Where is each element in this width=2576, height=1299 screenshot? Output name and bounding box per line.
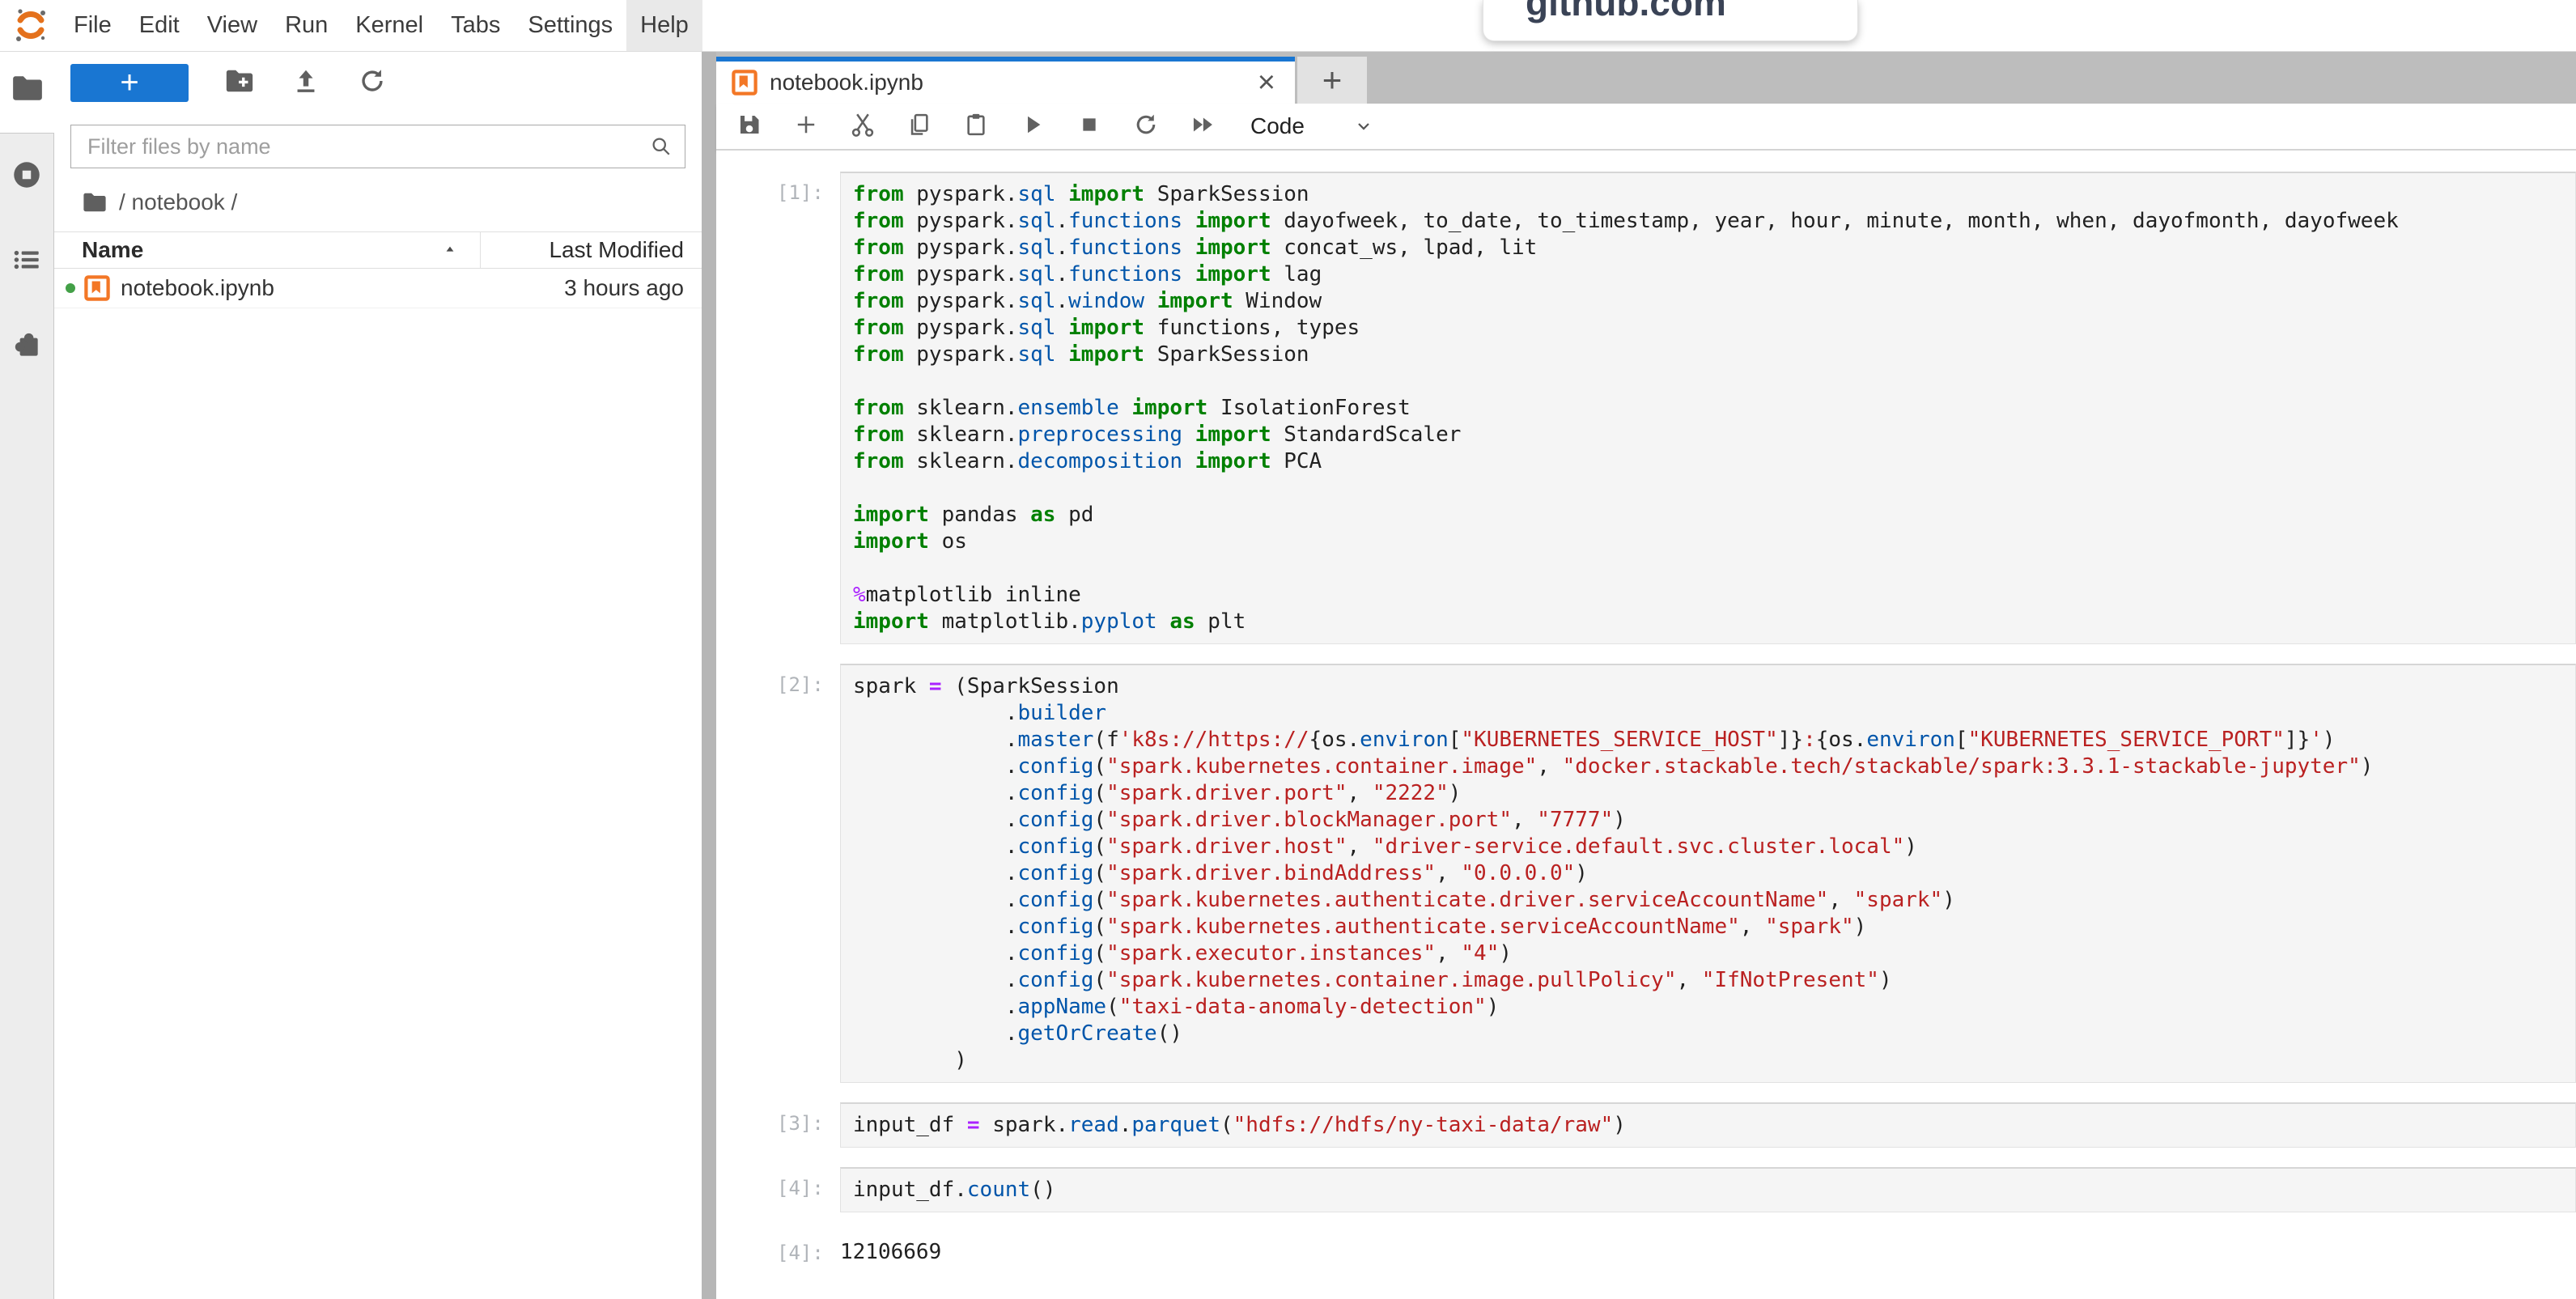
plus-icon: + (120, 65, 138, 101)
output-prompt: [4]: (777, 1232, 840, 1264)
new-folder-button[interactable] (224, 66, 255, 100)
cell-editor[interactable]: input_df.count() (840, 1167, 2576, 1212)
menu-item-view[interactable]: View (193, 0, 271, 51)
new-launcher-button[interactable]: + (70, 64, 189, 102)
notebook-toolbar: Code (716, 104, 2576, 151)
breadcrumb-path: / notebook / (119, 189, 237, 215)
activity-bar-items (0, 133, 54, 1299)
filter-files-box (70, 125, 685, 168)
cell-output: [4]:12106669 (777, 1232, 2576, 1264)
cell-editor[interactable]: from pyspark.sql import SparkSessionfrom… (840, 172, 2576, 644)
menu-items: FileEditViewRunKernelTabsSettingsHelp (60, 0, 702, 51)
code-cell[interactable]: [1]:from pyspark.sql import SparkSession… (777, 172, 2576, 644)
paste-cells-button[interactable] (962, 111, 990, 142)
breadcrumb[interactable]: / notebook / (54, 168, 702, 231)
activity-bar (0, 52, 54, 1299)
stackable-logo-icon (13, 7, 49, 43)
insert-cell-below-button[interactable] (792, 111, 820, 142)
filter-files-input[interactable] (86, 134, 649, 160)
execution-count: [2]: (777, 664, 840, 1083)
sidebar-item-running-kernels[interactable] (10, 158, 44, 196)
upload-icon (291, 66, 321, 96)
menu-item-settings[interactable]: Settings (514, 0, 626, 51)
run-icon (1019, 111, 1046, 138)
file-browser-toolbar: + (54, 52, 702, 102)
new-tab-button[interactable]: + (1297, 57, 1367, 104)
sort-asc-icon (441, 241, 459, 259)
cut-cells-button[interactable] (849, 111, 876, 142)
toc-icon (10, 243, 44, 277)
menu-item-kernel[interactable]: Kernel (342, 0, 437, 51)
tab-bar: notebook.ipynb × + (716, 52, 2576, 104)
cell-type-dropdown[interactable]: Code (1250, 113, 1376, 139)
execution-count: [1]: (777, 172, 840, 644)
save-icon (736, 111, 763, 138)
new-folder-icon (224, 66, 255, 96)
upload-files-button[interactable] (291, 66, 321, 100)
column-header-name[interactable]: Name (54, 232, 480, 268)
file-name: notebook.ipynb (121, 275, 480, 301)
refresh-icon (357, 66, 388, 96)
popup-text: github.com (1526, 0, 1857, 24)
output-text: 12106669 (840, 1232, 941, 1264)
code-cell[interactable]: [4]:input_df.count() (777, 1167, 2576, 1212)
file-row[interactable]: notebook.ipynb3 hours ago (54, 269, 702, 308)
panel-resize-handle[interactable] (702, 52, 716, 1299)
chevron-down-icon (1352, 114, 1376, 138)
refresh-file-list-button[interactable] (357, 66, 388, 100)
restart-kernel-button[interactable] (1132, 111, 1160, 142)
stop-icon (1076, 111, 1103, 138)
save-notebook-button[interactable] (736, 111, 763, 142)
menu-item-help[interactable]: Help (626, 0, 702, 51)
kernel-running-dot (66, 283, 75, 293)
home-folder-icon[interactable] (82, 189, 108, 215)
cut-icon (849, 111, 876, 138)
fast-forward-icon (1189, 111, 1216, 138)
paste-icon (962, 111, 990, 138)
copy-icon (906, 111, 933, 138)
file-last-modified: 3 hours ago (480, 275, 702, 301)
notebook-icon (83, 274, 111, 302)
github-popup: github.com (1483, 0, 1858, 41)
sidebar-item-extension-manager[interactable] (10, 328, 44, 366)
plus-thin-icon (792, 111, 820, 138)
column-header-last-modified[interactable]: Last Modified (480, 232, 702, 268)
cell-editor[interactable]: spark = (SparkSession .builder .master(f… (840, 664, 2576, 1083)
cell-editor[interactable]: input_df = spark.read.parquet("hdfs://hd… (840, 1102, 2576, 1148)
code-cell[interactable]: [3]:input_df = spark.read.parquet("hdfs:… (777, 1102, 2576, 1148)
file-list: notebook.ipynb3 hours ago (54, 269, 702, 308)
menu-item-edit[interactable]: Edit (125, 0, 193, 51)
running-icon (10, 158, 44, 192)
close-tab-icon[interactable]: × (1253, 67, 1280, 98)
tab-label: notebook.ipynb (770, 70, 923, 96)
restart-icon (1132, 111, 1160, 138)
code-cell[interactable]: [2]:spark = (SparkSession .builder .mast… (777, 664, 2576, 1083)
menu-item-run[interactable]: Run (271, 0, 342, 51)
notebook-content: [1]:from pyspark.sql import SparkSession… (716, 151, 2576, 1299)
copy-cells-button[interactable] (906, 111, 933, 142)
search-icon (649, 134, 673, 159)
restart-and-run-all-button[interactable] (1189, 111, 1216, 142)
notebook-icon (731, 69, 758, 96)
puzzle-icon (10, 328, 44, 362)
file-list-header: Name Last Modified (54, 231, 702, 269)
menu-item-tabs[interactable]: Tabs (437, 0, 514, 51)
execution-count: [3]: (777, 1102, 840, 1148)
sidebar-item-table-of-contents[interactable] (10, 243, 44, 281)
main-dock: notebook.ipynb × + Code [1]:from pyspark… (716, 52, 2576, 1299)
folder-icon (11, 71, 45, 105)
menu-item-file[interactable]: File (60, 0, 125, 51)
sidebar-item-file-browser[interactable] (0, 52, 54, 133)
toolbar-buttons (736, 111, 1216, 142)
app-body: + / notebook / Name Last Modified (0, 52, 2576, 1299)
cell-type-label: Code (1250, 113, 1305, 139)
file-browser-panel: + / notebook / Name Last Modified (54, 52, 702, 1299)
tab-notebook[interactable]: notebook.ipynb × (716, 57, 1295, 104)
menu-bar: FileEditViewRunKernelTabsSettingsHelp (0, 0, 2576, 52)
jupyterlab-window: FileEditViewRunKernelTabsSettingsHelp + … (0, 0, 2576, 1299)
execution-count: [4]: (777, 1167, 840, 1212)
interrupt-kernel-button[interactable] (1076, 111, 1103, 142)
run-cell-button[interactable] (1019, 111, 1046, 142)
